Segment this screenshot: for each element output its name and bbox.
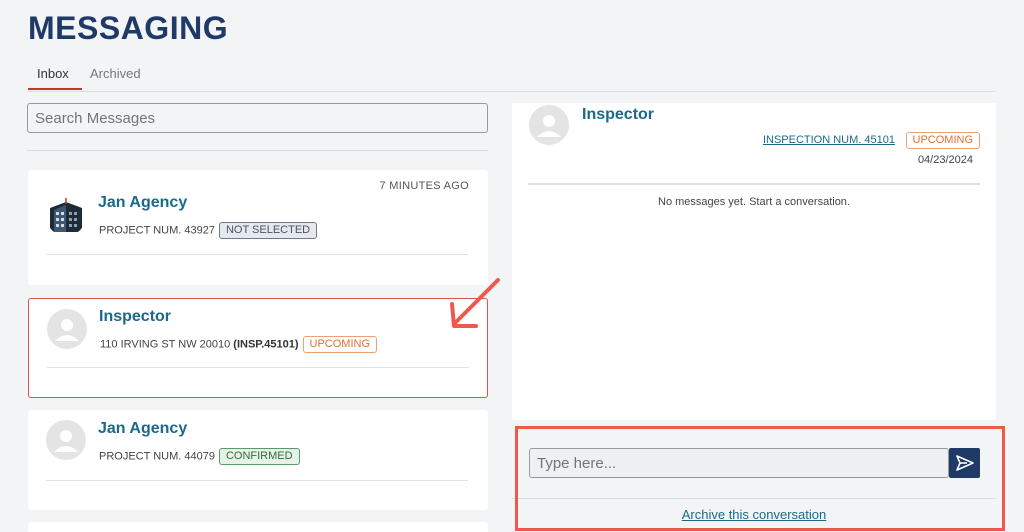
- contact-name: Jan Agency: [98, 420, 188, 437]
- user-placeholder-icon: [537, 115, 561, 137]
- tab-bar: Inbox Archived: [28, 62, 996, 92]
- user-placeholder-icon: [54, 430, 78, 452]
- conversation-detail-panel: Inspector INSPECTION NUM. 45101 UPCOMING…: [512, 103, 996, 420]
- divider: [528, 183, 980, 185]
- divider: [46, 254, 468, 255]
- contact-name: Inspector: [99, 308, 172, 325]
- divider: [512, 498, 996, 499]
- page-title: MESSAGING: [28, 10, 229, 46]
- divider: [27, 150, 488, 151]
- archive-conversation-link[interactable]: Archive this conversation: [512, 507, 996, 522]
- conversation-item[interactable]: [28, 522, 488, 532]
- search-input[interactable]: [27, 103, 488, 133]
- avatar: [529, 105, 569, 145]
- timestamp: 7 MINUTES AGO: [379, 180, 469, 192]
- active-tab-indicator: [28, 88, 82, 90]
- project-number: PROJECT NUM. 44079: [99, 450, 215, 463]
- inspection-code: (INSP.45101): [233, 338, 299, 351]
- address: 110 IRVING ST NW 20010: [100, 338, 234, 351]
- divider: [47, 367, 469, 368]
- divider: [46, 480, 468, 481]
- conversation-subtitle: PROJECT NUM. 43927 NOT SELECTED: [99, 222, 318, 239]
- avatar: [47, 309, 87, 349]
- conversation-item-selected[interactable]: Inspector 110 IRVING ST NW 20010 (INSP.4…: [28, 298, 488, 398]
- conversation-item[interactable]: 7 MINUTES AGO Jan Agency PROJECT NUM. 43…: [28, 170, 488, 285]
- message-input[interactable]: [529, 448, 949, 478]
- send-button[interactable]: [949, 448, 980, 478]
- status-badge: CONFIRMED: [218, 448, 300, 465]
- send-icon: [955, 455, 974, 471]
- empty-state-message: No messages yet. Start a conversation.: [658, 196, 850, 208]
- avatar: [46, 420, 86, 460]
- tab-inbox[interactable]: Inbox: [37, 66, 69, 81]
- conversation-subtitle: 110 IRVING ST NW 20010 (INSP.45101) UPCOM…: [100, 336, 378, 353]
- inspection-date: 04/23/2024: [917, 154, 973, 166]
- tab-archived[interactable]: Archived: [90, 66, 141, 81]
- inspection-link[interactable]: INSPECTION NUM. 45101: [763, 134, 895, 146]
- status-badge: UPCOMING: [302, 336, 378, 353]
- user-placeholder-icon: [55, 319, 79, 341]
- project-number: PROJECT NUM. 43927: [99, 224, 215, 237]
- detail-contact-name: Inspector: [582, 106, 655, 123]
- status-badge: NOT SELECTED: [218, 222, 318, 239]
- compose-area: Archive this conversation: [512, 420, 996, 528]
- avatar: [46, 196, 86, 236]
- building-logo-icon: [50, 198, 82, 232]
- conversation-subtitle: PROJECT NUM. 44079 CONFIRMED: [99, 448, 300, 465]
- contact-name: Jan Agency: [98, 194, 188, 211]
- conversation-item[interactable]: Jan Agency PROJECT NUM. 44079 CONFIRMED: [28, 410, 488, 510]
- status-badge: UPCOMING: [905, 132, 980, 149]
